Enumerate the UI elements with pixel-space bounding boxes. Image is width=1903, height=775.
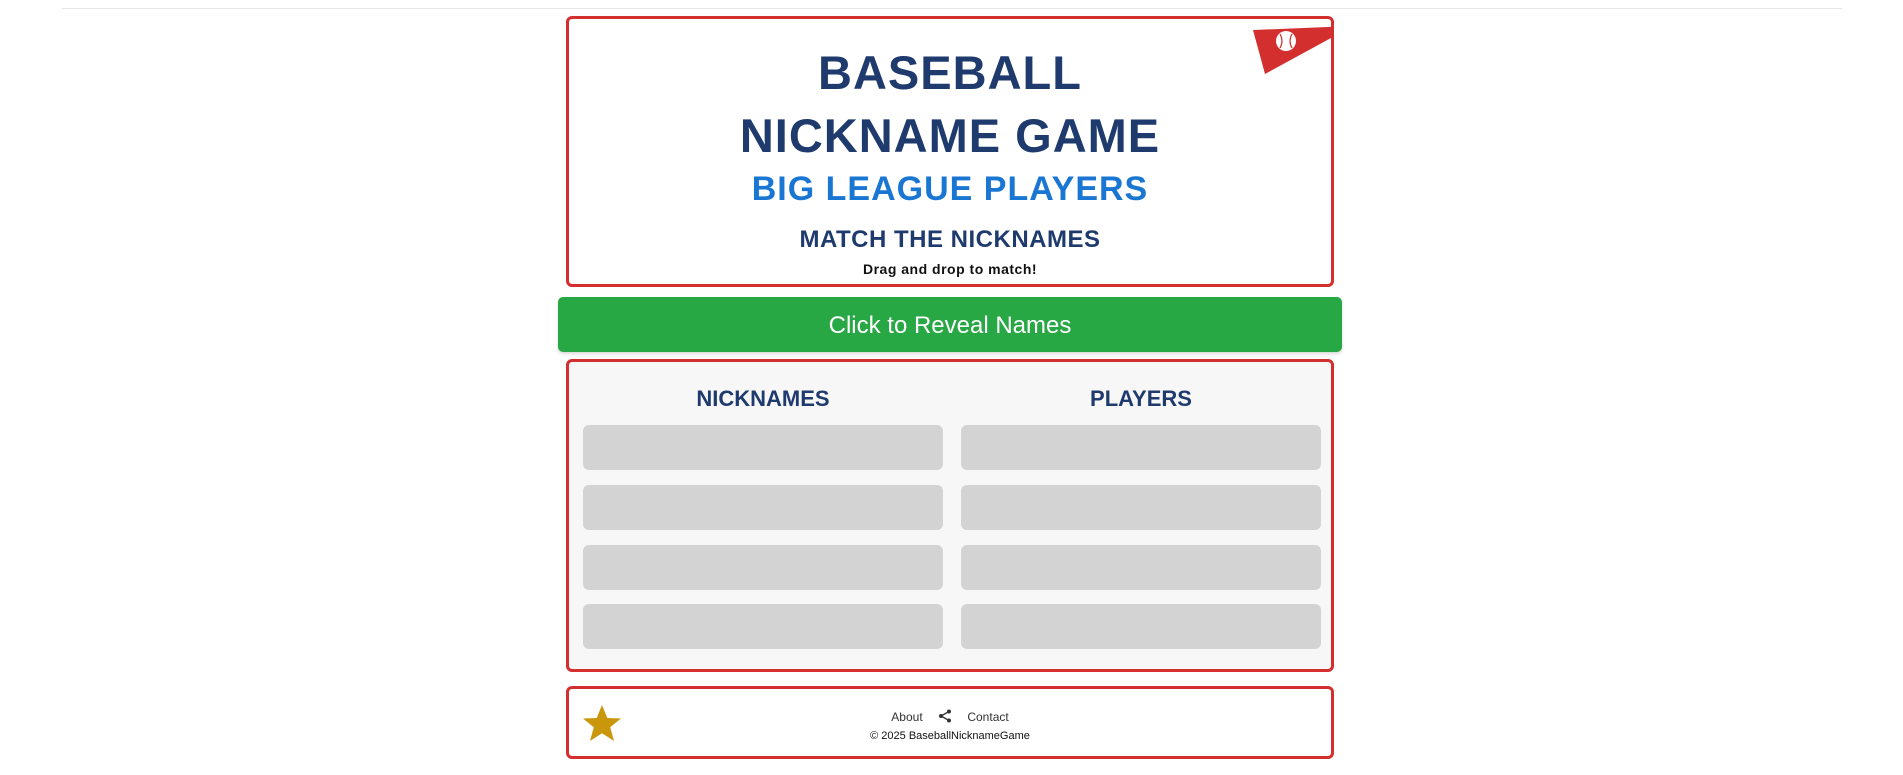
player-slot[interactable] (961, 545, 1321, 590)
instruction-text: Drag and drop to match! (862, 261, 1038, 277)
footer-links: About Contact (569, 709, 1331, 724)
page-title: BASEBALL NICKNAME GAME (569, 41, 1331, 167)
player-slot[interactable] (961, 604, 1321, 649)
title-line-1: BASEBALL (818, 46, 1082, 99)
title-line-2: NICKNAME GAME (739, 109, 1161, 162)
footer: About Contact © 2025 BaseballNicknameGam… (566, 686, 1334, 759)
matching-board: NICKNAMES PLAYERS (566, 359, 1334, 672)
reveal-names-button[interactable]: Click to Reveal Names (558, 297, 1342, 352)
nickname-slot[interactable] (583, 425, 943, 470)
top-divider (62, 8, 1842, 9)
subtitle: BIG LEAGUE PLAYERS (751, 170, 1149, 208)
copyright-text: © 2025 BaseballNicknameGame (870, 730, 1030, 742)
nickname-slot[interactable] (583, 604, 943, 649)
nicknames-heading: NICKNAMES (696, 386, 830, 411)
share-icon[interactable] (938, 709, 952, 723)
header-card: BASEBALL NICKNAME GAME BIG LEAGUE PLAYER… (566, 16, 1334, 287)
player-slot[interactable] (961, 425, 1321, 470)
nickname-slot[interactable] (583, 485, 943, 530)
player-slot[interactable] (961, 485, 1321, 530)
contact-link[interactable]: Contact (967, 710, 1008, 724)
nickname-slot[interactable] (583, 545, 943, 590)
players-heading: PLAYERS (1090, 386, 1192, 411)
section-title: MATCH THE NICKNAMES (799, 226, 1101, 253)
about-link[interactable]: About (891, 710, 922, 724)
